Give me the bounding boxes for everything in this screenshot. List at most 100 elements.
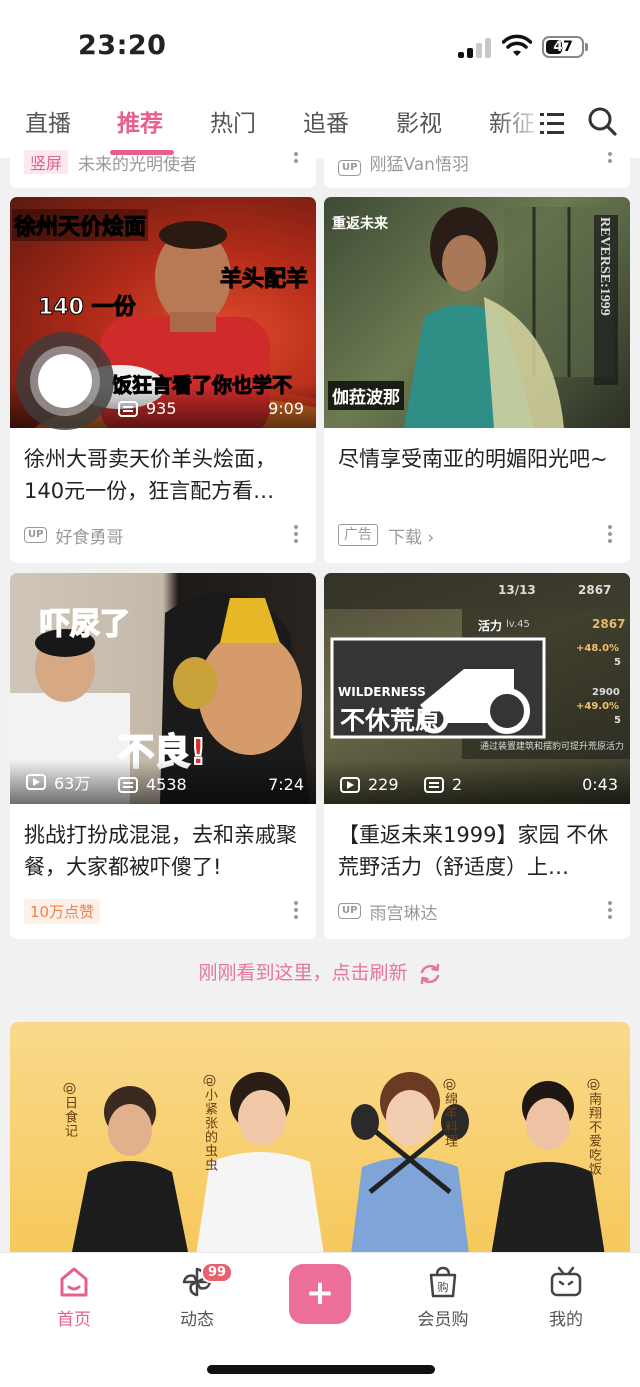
nav-vip-shop[interactable]: 购 会员购: [403, 1265, 483, 1330]
nav-profile[interactable]: 我的: [526, 1265, 606, 1330]
creator-label: @小紧张的虫虫: [202, 1074, 217, 1172]
plus-icon[interactable]: +: [289, 1264, 351, 1324]
overlay-caption: WILDERNESS: [338, 685, 426, 699]
channel-tabs: 直播 推荐 热门 追番 影视 新征: [0, 92, 640, 158]
video-title[interactable]: 【重返未来1999】家园 不休荒野活力（舒适度）上…: [338, 819, 620, 883]
tab-recommend[interactable]: 推荐: [117, 104, 163, 138]
nav-home[interactable]: 首页: [34, 1265, 114, 1330]
overlay-caption: 吓尿了: [39, 606, 131, 643]
ad-card[interactable]: 重返未来 REVERSE:1999 伽菈波那 尽情享受南亚的明媚阳光吧~ 广告下…: [324, 197, 630, 563]
status-time: 23:20: [78, 30, 167, 61]
danmaku-icon: [118, 400, 138, 417]
battery-cap: [585, 43, 588, 51]
game-stat: +48.0%: [576, 643, 620, 654]
refresh-text: 刚刚看到这里，点击刷新: [198, 962, 408, 984]
nav-home-label: 首页: [57, 1310, 91, 1330]
overlay-title: 徐州天价烩面: [12, 209, 149, 241]
search-icon[interactable]: [587, 106, 617, 136]
like-badge: 10万点赞: [24, 898, 101, 924]
banner-art: [70, 1072, 606, 1262]
video-title[interactable]: 徐州大哥卖天价羊头烩面，140元一份，狂言配方看…: [24, 443, 306, 507]
game-hint: 通过装置建筑和摆豹可提升荒原活力: [480, 742, 625, 752]
more-icon[interactable]: [608, 525, 612, 546]
more-icon[interactable]: [608, 152, 612, 166]
danmaku-icon: [424, 776, 444, 793]
creator-label: @绵羊料理: [442, 1078, 457, 1148]
previous-card-author: UP 刚猛Van悟羽: [338, 150, 469, 176]
battery-icon: 47: [542, 36, 584, 58]
danmaku-count: 2: [424, 775, 462, 794]
video-thumbnail[interactable]: 13/13 2867 活力 lv.45 2867 +48.0% 5 2900 +…: [324, 573, 630, 804]
signal-icon: [458, 38, 492, 58]
more-icon[interactable]: [294, 901, 298, 922]
game-stat: lv.45: [506, 619, 530, 630]
tab-hot[interactable]: 热门: [210, 104, 256, 138]
video-duration: 7:24: [268, 775, 304, 794]
game-stat: 2867: [578, 583, 612, 597]
menu-icon[interactable]: [540, 112, 564, 134]
nav-dynamics-label: 动态: [180, 1310, 214, 1330]
up-badge: UP: [338, 903, 362, 919]
previous-card-right[interactable]: UP 刚猛Van悟羽: [324, 152, 630, 188]
ad-badge: 广告: [338, 524, 378, 546]
previous-card-left[interactable]: 竖屏 未来的光明使者: [10, 150, 316, 188]
shopping-bag-icon: 购: [429, 1266, 457, 1298]
video-duration: 0:43: [582, 775, 618, 794]
character-name: 伽菈波那: [328, 381, 404, 410]
svg-text:购: 购: [438, 1280, 449, 1294]
view-count: 229: [340, 775, 399, 794]
overlay-title: 不休荒原: [340, 706, 441, 735]
author-name: 雨宫琳达: [369, 903, 438, 924]
game-stat: 2867: [592, 617, 626, 631]
video-author[interactable]: UP 雨宫琳达: [338, 899, 438, 924]
download-link[interactable]: 下载 ›: [388, 523, 434, 548]
tab-movies[interactable]: 影视: [396, 104, 442, 138]
game-logo: 重返未来: [332, 216, 388, 232]
game-stat: 5: [614, 657, 621, 668]
vertical-tag: 竖屏: [24, 150, 69, 174]
view-count: 63万: [26, 770, 90, 794]
tab-live[interactable]: 直播: [25, 104, 71, 138]
refresh-prompt[interactable]: 刚刚看到这里，点击刷新: [0, 958, 640, 986]
status-bar: 23:20 47: [0, 0, 640, 92]
assistive-touch-button[interactable]: [16, 332, 114, 430]
video-thumbnail[interactable]: 吓尿了 不良! 63万 4538 7:24: [10, 573, 316, 804]
danmaku-count: 935: [118, 399, 177, 418]
game-stat: 5: [614, 715, 621, 726]
video-card[interactable]: 吓尿了 不良! 63万 4538 7:24 挑战打扮成混混，去和亲戚聚餐，大家都…: [10, 573, 316, 939]
author-name: 好食勇哥: [55, 527, 124, 548]
video-author[interactable]: UP 好食勇哥: [24, 523, 124, 548]
tv-icon: [550, 1266, 582, 1297]
up-badge: UP: [24, 527, 48, 543]
overlay-price: 140 一份: [38, 295, 137, 321]
nav-vip-shop-label: 会员购: [417, 1310, 469, 1330]
previous-card-author: 未来的光明使者: [78, 155, 197, 175]
notification-badge: 99: [201, 1262, 234, 1283]
ad-title[interactable]: 尽情享受南亚的明媚阳光吧~: [338, 443, 620, 507]
video-card[interactable]: 13/13 2867 活力 lv.45 2867 +48.0% 5 2900 +…: [324, 573, 630, 939]
more-icon[interactable]: [608, 901, 612, 922]
game-stat: 2900: [592, 687, 620, 698]
wifi-icon: [502, 34, 532, 56]
ad-footer[interactable]: 广告 下载 ›: [338, 523, 434, 548]
video-footer: 10万点赞: [24, 898, 101, 924]
nav-dynamics[interactable]: 99 动态: [157, 1262, 237, 1330]
video-title[interactable]: 挑战打扮成混混，去和亲戚聚餐，大家都被吓傻了!: [24, 819, 306, 883]
tab-anime[interactable]: 追番: [303, 104, 349, 138]
game-stat: 13/13: [498, 583, 536, 597]
overlay-caption: 羊头配羊: [219, 267, 309, 293]
up-badge: UP: [338, 160, 362, 176]
game-stat: +49.0%: [576, 701, 620, 712]
nav-profile-label: 我的: [549, 1310, 583, 1330]
home-indicator[interactable]: [207, 1365, 435, 1374]
more-icon[interactable]: [294, 152, 298, 166]
danmaku-icon: [118, 776, 138, 793]
creator-label: @南翔不爱吃饭: [586, 1078, 601, 1176]
more-icon[interactable]: [294, 525, 298, 546]
video-duration: 9:09: [268, 399, 304, 418]
game-stat: 活力: [478, 619, 503, 633]
game-watermark: REVERSE:1999: [597, 217, 612, 316]
promo-banner[interactable]: @日食记 @小紧张的虫虫 @绵羊料理 @南翔不爱吃饭: [10, 1022, 630, 1262]
creator-label: @日食记: [62, 1082, 77, 1138]
ad-thumbnail[interactable]: 重返未来 REVERSE:1999 伽菈波那: [324, 197, 630, 428]
